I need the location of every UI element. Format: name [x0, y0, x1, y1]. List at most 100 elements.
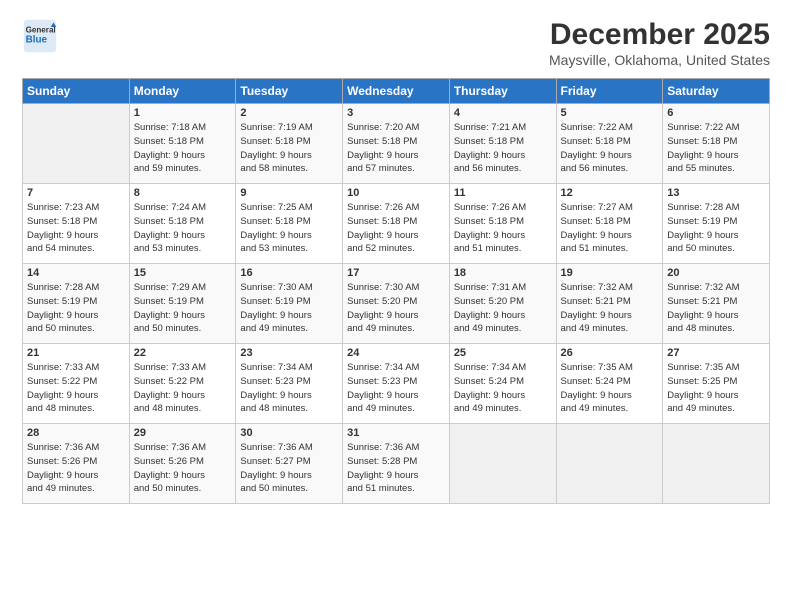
calendar-cell: 22 Sunrise: 7:33 AMSunset: 5:22 PMDayligh…: [129, 344, 236, 424]
weekday-header-thursday: Thursday: [449, 79, 556, 104]
cell-content: Sunrise: 7:21 AMSunset: 5:18 PMDaylight:…: [454, 121, 552, 176]
calendar-cell: 18 Sunrise: 7:31 AMSunset: 5:20 PMDayligh…: [449, 264, 556, 344]
calendar-cell: 14 Sunrise: 7:28 AMSunset: 5:19 PMDayligh…: [23, 264, 130, 344]
day-number: 1: [134, 107, 232, 119]
calendar-cell: [23, 104, 130, 184]
calendar-cell: 16 Sunrise: 7:30 AMSunset: 5:19 PMDayligh…: [236, 264, 343, 344]
cell-content: Sunrise: 7:23 AMSunset: 5:18 PMDaylight:…: [27, 201, 125, 256]
cell-content: Sunrise: 7:28 AMSunset: 5:19 PMDaylight:…: [667, 201, 765, 256]
day-number: 15: [134, 267, 232, 279]
calendar-subtitle: Maysville, Oklahoma, United States: [549, 52, 770, 68]
cell-content: Sunrise: 7:31 AMSunset: 5:20 PMDaylight:…: [454, 281, 552, 336]
day-number: 28: [27, 427, 125, 439]
title-block: December 2025 Maysville, Oklahoma, Unite…: [549, 18, 770, 68]
calendar-cell: 6 Sunrise: 7:22 AMSunset: 5:18 PMDaylight…: [663, 104, 770, 184]
day-number: 9: [240, 187, 338, 199]
day-number: 8: [134, 187, 232, 199]
calendar-cell: 21 Sunrise: 7:33 AMSunset: 5:22 PMDayligh…: [23, 344, 130, 424]
calendar-cell: 11Sunrise: 7:26 AMSunset: 5:18 PMDayligh…: [449, 184, 556, 264]
weekday-header-row: SundayMondayTuesdayWednesdayThursdayFrid…: [23, 79, 770, 104]
day-number: 3: [347, 107, 445, 119]
calendar-cell: 3 Sunrise: 7:20 AMSunset: 5:18 PMDaylight…: [343, 104, 450, 184]
week-row-4: 21 Sunrise: 7:33 AMSunset: 5:22 PMDayligh…: [23, 344, 770, 424]
calendar-cell: 24Sunrise: 7:34 AMSunset: 5:23 PMDayligh…: [343, 344, 450, 424]
day-number: 13: [667, 187, 765, 199]
calendar-table: SundayMondayTuesdayWednesdayThursdayFrid…: [22, 78, 770, 504]
cell-content: Sunrise: 7:27 AMSunset: 5:18 PMDaylight:…: [561, 201, 659, 256]
cell-content: Sunrise: 7:36 AMSunset: 5:27 PMDaylight:…: [240, 441, 338, 496]
cell-content: Sunrise: 7:36 AMSunset: 5:26 PMDaylight:…: [134, 441, 232, 496]
calendar-cell: 13 Sunrise: 7:28 AMSunset: 5:19 PMDayligh…: [663, 184, 770, 264]
calendar-cell: 7 Sunrise: 7:23 AMSunset: 5:18 PMDaylight…: [23, 184, 130, 264]
cell-content: Sunrise: 7:18 AMSunset: 5:18 PMDaylight:…: [134, 121, 232, 176]
cell-content: Sunrise: 7:33 AMSunset: 5:22 PMDaylight:…: [27, 361, 125, 416]
calendar-cell: 4 Sunrise: 7:21 AMSunset: 5:18 PMDaylight…: [449, 104, 556, 184]
calendar-cell: [556, 424, 663, 504]
cell-content: Sunrise: 7:20 AMSunset: 5:18 PMDaylight:…: [347, 121, 445, 176]
weekday-header-wednesday: Wednesday: [343, 79, 450, 104]
weekday-header-monday: Monday: [129, 79, 236, 104]
cell-content: Sunrise: 7:34 AMSunset: 5:24 PMDaylight:…: [454, 361, 552, 416]
calendar-cell: 20 Sunrise: 7:32 AMSunset: 5:21 PMDayligh…: [663, 264, 770, 344]
cell-content: Sunrise: 7:24 AMSunset: 5:18 PMDaylight:…: [134, 201, 232, 256]
day-number: 16: [240, 267, 338, 279]
cell-content: Sunrise: 7:34 AMSunset: 5:23 PMDaylight:…: [347, 361, 445, 416]
weekday-header-sunday: Sunday: [23, 79, 130, 104]
calendar-cell: 23 Sunrise: 7:34 AMSunset: 5:23 PMDayligh…: [236, 344, 343, 424]
logo: General Blue: [22, 18, 58, 54]
cell-content: Sunrise: 7:19 AMSunset: 5:18 PMDaylight:…: [240, 121, 338, 176]
day-number: 18: [454, 267, 552, 279]
day-number: 2: [240, 107, 338, 119]
day-number: 22: [134, 347, 232, 359]
calendar-cell: [449, 424, 556, 504]
calendar-cell: 19Sunrise: 7:32 AMSunset: 5:21 PMDayligh…: [556, 264, 663, 344]
cell-content: Sunrise: 7:30 AMSunset: 5:20 PMDaylight:…: [347, 281, 445, 336]
day-number: 31: [347, 427, 445, 439]
weekday-header-friday: Friday: [556, 79, 663, 104]
week-row-1: 1 Sunrise: 7:18 AMSunset: 5:18 PMDaylight…: [23, 104, 770, 184]
day-number: 20: [667, 267, 765, 279]
day-number: 21: [27, 347, 125, 359]
week-row-3: 14 Sunrise: 7:28 AMSunset: 5:19 PMDayligh…: [23, 264, 770, 344]
logo-icon: General Blue: [22, 18, 58, 54]
header: General Blue December 2025 Maysville, Ok…: [22, 18, 770, 68]
calendar-cell: 8 Sunrise: 7:24 AMSunset: 5:18 PMDaylight…: [129, 184, 236, 264]
cell-content: Sunrise: 7:36 AMSunset: 5:26 PMDaylight:…: [27, 441, 125, 496]
calendar-cell: 15Sunrise: 7:29 AMSunset: 5:19 PMDayligh…: [129, 264, 236, 344]
day-number: 29: [134, 427, 232, 439]
calendar-cell: 27 Sunrise: 7:35 AMSunset: 5:25 PMDayligh…: [663, 344, 770, 424]
calendar-cell: 5Sunrise: 7:22 AMSunset: 5:18 PMDaylight…: [556, 104, 663, 184]
day-number: 17: [347, 267, 445, 279]
calendar-cell: 2 Sunrise: 7:19 AMSunset: 5:18 PMDaylight…: [236, 104, 343, 184]
calendar-cell: 30Sunrise: 7:36 AMSunset: 5:27 PMDayligh…: [236, 424, 343, 504]
day-number: 14: [27, 267, 125, 279]
cell-content: Sunrise: 7:34 AMSunset: 5:23 PMDaylight:…: [240, 361, 338, 416]
day-number: 6: [667, 107, 765, 119]
day-number: 7: [27, 187, 125, 199]
day-number: 4: [454, 107, 552, 119]
day-number: 11: [454, 187, 552, 199]
cell-content: Sunrise: 7:32 AMSunset: 5:21 PMDaylight:…: [667, 281, 765, 336]
calendar-cell: 31 Sunrise: 7:36 AMSunset: 5:28 PMDayligh…: [343, 424, 450, 504]
cell-content: Sunrise: 7:33 AMSunset: 5:22 PMDaylight:…: [134, 361, 232, 416]
day-number: 5: [561, 107, 659, 119]
day-number: 27: [667, 347, 765, 359]
day-number: 10: [347, 187, 445, 199]
day-number: 12: [561, 187, 659, 199]
calendar-cell: 17 Sunrise: 7:30 AMSunset: 5:20 PMDayligh…: [343, 264, 450, 344]
cell-content: Sunrise: 7:32 AMSunset: 5:21 PMDaylight:…: [561, 281, 659, 336]
cell-content: Sunrise: 7:36 AMSunset: 5:28 PMDaylight:…: [347, 441, 445, 496]
calendar-cell: [663, 424, 770, 504]
cell-content: Sunrise: 7:35 AMSunset: 5:25 PMDaylight:…: [667, 361, 765, 416]
cell-content: Sunrise: 7:25 AMSunset: 5:18 PMDaylight:…: [240, 201, 338, 256]
cell-content: Sunrise: 7:26 AMSunset: 5:18 PMDaylight:…: [347, 201, 445, 256]
calendar-cell: 29 Sunrise: 7:36 AMSunset: 5:26 PMDayligh…: [129, 424, 236, 504]
cell-content: Sunrise: 7:28 AMSunset: 5:19 PMDaylight:…: [27, 281, 125, 336]
calendar-cell: 10 Sunrise: 7:26 AMSunset: 5:18 PMDayligh…: [343, 184, 450, 264]
svg-text:Blue: Blue: [26, 34, 48, 45]
calendar-cell: 1 Sunrise: 7:18 AMSunset: 5:18 PMDaylight…: [129, 104, 236, 184]
cell-content: Sunrise: 7:30 AMSunset: 5:19 PMDaylight:…: [240, 281, 338, 336]
day-number: 23: [240, 347, 338, 359]
cell-content: Sunrise: 7:22 AMSunset: 5:18 PMDaylight:…: [667, 121, 765, 176]
cell-content: Sunrise: 7:35 AMSunset: 5:24 PMDaylight:…: [561, 361, 659, 416]
